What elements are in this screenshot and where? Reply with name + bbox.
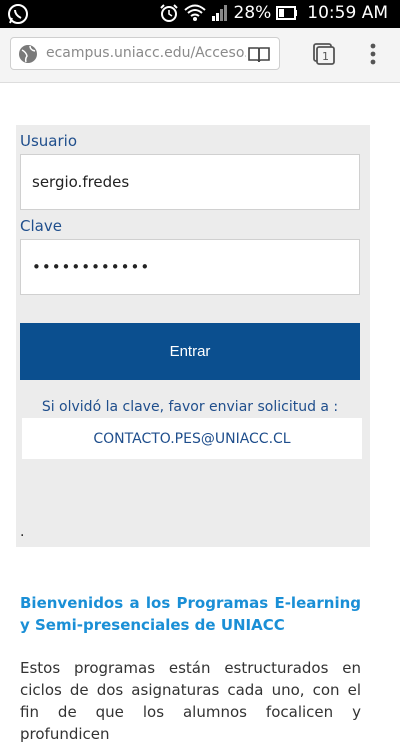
address-bar[interactable]: ecampus.uniacc.edu/Acceso.m (10, 37, 280, 70)
welcome-heading: Bienvenidos a los Programas E-learning y… (20, 594, 361, 634)
password-field[interactable]: •••••••••••• (20, 239, 360, 295)
intro-paragraph: Estos programas están estructurados en c… (20, 659, 361, 743)
wifi-icon (183, 4, 206, 21)
battery-icon (276, 6, 298, 20)
tab-switcher-icon[interactable]: 1 (312, 42, 336, 66)
panel-footnote: . (20, 524, 25, 540)
browser-toolbar: ecampus.uniacc.edu/Acceso.m 1 (0, 28, 400, 83)
whatsapp-icon (8, 4, 28, 24)
status-bar: 28% 10:59 AM (0, 0, 400, 28)
signal-icon (211, 5, 227, 21)
contact-email[interactable]: CONTACTO.PES@UNIACC.CL (22, 418, 362, 459)
forgot-password-text: Si olvidó la clave, favor enviar solicit… (41, 399, 339, 415)
password-label: Clave (20, 217, 62, 235)
battery-percent: 28% (233, 3, 272, 23)
clock: 10:59 AM (307, 3, 388, 23)
url-text: ecampus.uniacc.edu/Acceso.m (46, 45, 246, 61)
username-label: Usuario (20, 132, 78, 150)
overflow-menu-icon[interactable] (366, 42, 380, 66)
login-button[interactable]: Entrar (20, 323, 360, 380)
tab-count: 1 (322, 50, 329, 63)
username-field[interactable]: sergio.fredes (20, 154, 360, 210)
globe-icon (19, 45, 37, 63)
alarm-icon (159, 4, 178, 22)
reader-mode-icon[interactable] (248, 46, 270, 63)
